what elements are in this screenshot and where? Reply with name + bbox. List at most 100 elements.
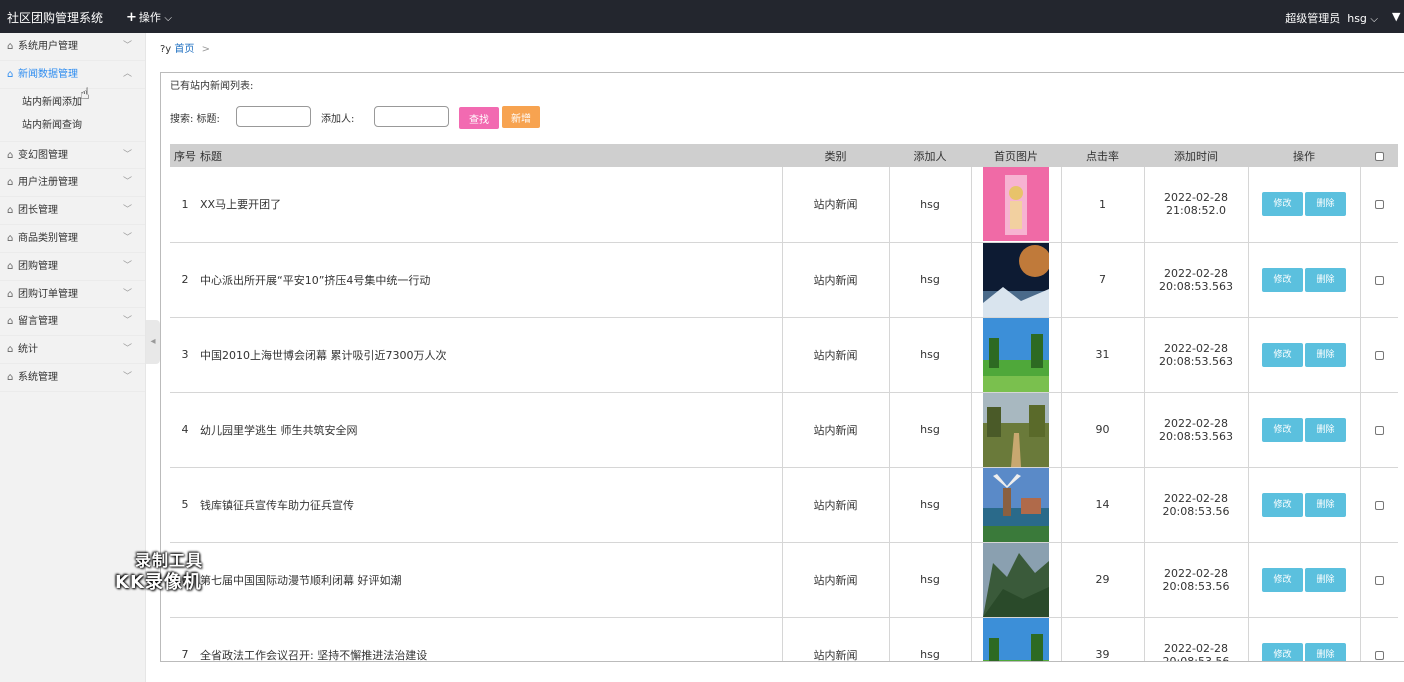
- row-select-cell: [1360, 167, 1398, 243]
- sidebar-submenu: 站内新闻添加 站内新闻查询: [0, 89, 145, 142]
- table-row: 2 中心派出所开展“平安10”挤压4号集中统一行动 站内新闻 hsg 7 2022-02-…: [170, 242, 1398, 318]
- row-ops: 修改 删除: [1248, 467, 1361, 543]
- select-all-checkbox[interactable]: [1374, 151, 1384, 161]
- row-clock: 20:08:53.563: [1159, 354, 1233, 368]
- row-date: 2022-02-28: [1164, 266, 1228, 280]
- row-clicks: 90: [1061, 392, 1145, 468]
- chevron-left-icon: ◂: [150, 336, 156, 347]
- delete-button[interactable]: 删除: [1305, 492, 1346, 517]
- breadcrumb: ?y 首页 >: [160, 40, 210, 55]
- find-button[interactable]: 查找: [459, 107, 499, 129]
- sidebar-item[interactable]: ⌂ 新闻数据管理 ︿: [0, 61, 145, 89]
- home-icon: ⌂: [7, 41, 14, 52]
- app-brand[interactable]: 社区团购管理系统: [7, 9, 103, 26]
- row-checkbox[interactable]: [1374, 500, 1384, 510]
- row-time: 2022-02-28 20:08:53.56: [1144, 467, 1249, 543]
- edit-button[interactable]: 修改: [1262, 642, 1303, 661]
- sidebar-item[interactable]: ⌂ 变幻图管理 ﹀: [0, 142, 145, 170]
- sidebar-subitem[interactable]: 站内新闻查询: [0, 114, 145, 137]
- delete-button[interactable]: 删除: [1305, 192, 1346, 217]
- chevron-down-icon: ﹀: [122, 288, 132, 299]
- sidebar-item[interactable]: ⌂ 统计 ﹀: [0, 336, 145, 364]
- sidebar-item[interactable]: ⌂ 系统用户管理 ﹀: [0, 33, 145, 61]
- sidebar-item[interactable]: ⌂ 用户注册管理 ﹀: [0, 169, 145, 198]
- user-name: hsg: [1347, 12, 1367, 25]
- row-ops: 修改 删除: [1248, 617, 1361, 661]
- delete-button[interactable]: 删除: [1305, 342, 1346, 367]
- edit-button[interactable]: 修改: [1262, 417, 1303, 442]
- ops-menu-label: 操作: [138, 11, 161, 24]
- home-icon: ⌂: [7, 260, 14, 272]
- row-adder: hsg: [889, 392, 972, 468]
- chevron-down-icon: ⌵: [164, 13, 172, 24]
- news-thumbnail: [983, 542, 1049, 617]
- row-title: 幼儿园里学逃生 师生共筑安全网: [200, 392, 783, 468]
- row-image-cell: [970, 167, 1062, 243]
- panel-title: 已有站内新闻列表:: [170, 81, 254, 92]
- sidebar-item-label: 团长管理: [18, 205, 58, 217]
- sidebar-item[interactable]: ⌂ 团购管理 ﹀: [0, 253, 145, 281]
- breadcrumb-home-link[interactable]: 首页: [174, 44, 194, 55]
- row-image-cell: [970, 392, 1062, 468]
- row-date: 2022-02-28: [1164, 341, 1228, 355]
- search-adder-label: 添加人:: [321, 114, 355, 125]
- sidebar-item-label: 留言管理: [18, 316, 58, 328]
- row-seq: 1: [170, 167, 200, 243]
- shirt-icon[interactable]: ▼: [1392, 10, 1404, 23]
- sidebar-item[interactable]: ⌂ 团长管理 ﹀: [0, 197, 145, 225]
- sidebar-item[interactable]: ⌂ 留言管理 ﹀: [0, 308, 145, 337]
- edit-button[interactable]: 修改: [1262, 192, 1303, 217]
- row-clicks: 14: [1061, 467, 1145, 543]
- search-adder-input[interactable]: [374, 106, 449, 127]
- home-icon: ⌂: [7, 205, 14, 217]
- sidebar-item-label: 系统管理: [18, 371, 58, 383]
- row-time: 2022-02-28 20:08:53.563: [1144, 242, 1249, 318]
- edit-button[interactable]: 修改: [1262, 342, 1303, 367]
- row-time: 2022-02-28 20:08:53.56: [1144, 617, 1249, 661]
- sidebar-item[interactable]: ⌂ 系统管理 ﹀: [0, 364, 145, 392]
- row-clicks: 31: [1061, 317, 1145, 393]
- delete-button[interactable]: 删除: [1305, 417, 1346, 442]
- sidebar-item[interactable]: ⌂ 团购订单管理 ﹀: [0, 281, 145, 309]
- delete-button[interactable]: 删除: [1305, 567, 1346, 592]
- user-menu[interactable]: 超级管理员 hsg ⌵: [1285, 10, 1378, 26]
- chevron-down-icon: ﹀: [122, 177, 132, 188]
- chevron-down-icon: ﹀: [122, 41, 132, 51]
- row-adder: hsg: [889, 617, 972, 661]
- row-checkbox[interactable]: [1374, 650, 1384, 660]
- row-seq: 2: [170, 242, 200, 318]
- row-checkbox[interactable]: [1374, 425, 1384, 435]
- add-news-button[interactable]: 新增: [502, 106, 540, 128]
- edit-button[interactable]: 修改: [1262, 492, 1303, 517]
- delete-button[interactable]: 删除: [1305, 267, 1346, 292]
- news-thumbnail: [983, 317, 1049, 392]
- edit-button[interactable]: 修改: [1262, 567, 1303, 592]
- row-checkbox[interactable]: [1374, 275, 1384, 285]
- chevron-down-icon: ﹀: [122, 232, 132, 243]
- row-title: XX马上要开团了: [200, 167, 783, 243]
- home-icon: ⌂: [7, 68, 14, 80]
- row-adder: hsg: [889, 167, 972, 243]
- row-date: 2022-02-28: [1164, 566, 1228, 580]
- row-ops: 修改 删除: [1248, 242, 1361, 318]
- row-clock: 21:08:52.0: [1166, 204, 1226, 218]
- row-checkbox[interactable]: [1374, 575, 1384, 585]
- ops-menu[interactable]: + 操作 ⌵: [126, 9, 172, 25]
- header-adder: 添加人: [889, 144, 971, 167]
- sidebar-item-label: 团购管理: [18, 260, 58, 272]
- row-clock: 20:08:53.563: [1159, 279, 1233, 293]
- row-date: 2022-02-28: [1164, 191, 1228, 205]
- search-title-input[interactable]: [236, 106, 311, 127]
- sidebar-collapse-handle[interactable]: ◂: [146, 320, 160, 364]
- row-checkbox[interactable]: [1374, 200, 1384, 210]
- row-image-cell: [970, 317, 1062, 393]
- row-adder: hsg: [889, 467, 972, 543]
- row-checkbox[interactable]: [1374, 350, 1384, 360]
- edit-button[interactable]: 修改: [1262, 267, 1303, 292]
- row-image-cell: [970, 242, 1062, 318]
- chevron-down-icon: ﹀: [122, 149, 132, 160]
- breadcrumb-separator: >: [201, 44, 210, 55]
- delete-button[interactable]: 删除: [1305, 642, 1346, 661]
- sidebar-subitem[interactable]: 站内新闻添加: [0, 91, 145, 114]
- sidebar-item[interactable]: ⌂ 商品类别管理 ﹀: [0, 225, 145, 253]
